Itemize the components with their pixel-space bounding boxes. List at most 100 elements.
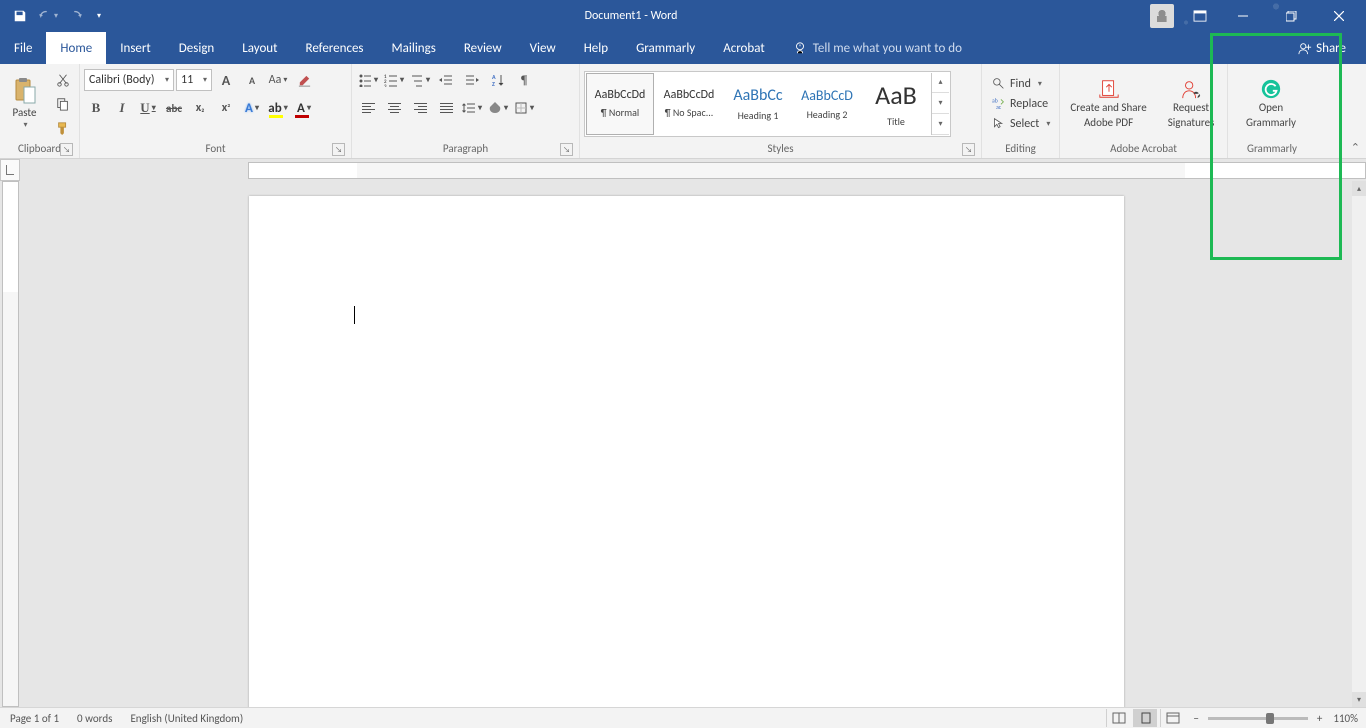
tab-mailings[interactable]: Mailings <box>378 32 450 64</box>
paragraph-launcher[interactable]: ↘ <box>560 143 573 156</box>
horizontal-ruler[interactable] <box>248 162 1366 179</box>
styles-gallery[interactable]: AaBbCcDd¶ NormalAaBbCcDd¶ No Spac...AaBb… <box>584 71 951 137</box>
subscript-button[interactable]: x <box>188 97 212 119</box>
italic-button[interactable]: I <box>110 97 134 119</box>
font-size-combo[interactable]: 11▾ <box>176 69 212 91</box>
font-name-combo[interactable]: Calibri (Body)▾ <box>84 69 174 91</box>
ruler-row <box>0 159 1366 181</box>
decrease-indent-button[interactable] <box>434 69 458 91</box>
save-button[interactable] <box>8 4 32 28</box>
justify-button[interactable] <box>434 97 458 119</box>
borders-button[interactable]: ▾ <box>512 97 536 119</box>
request-signatures-button[interactable]: RequestSignatures <box>1159 69 1223 139</box>
document-area <box>0 181 1352 707</box>
scroll-up[interactable]: ▴ <box>1352 181 1366 196</box>
increase-indent-button[interactable] <box>460 69 484 91</box>
clear-formatting-button[interactable] <box>292 69 316 91</box>
status-page[interactable]: Page 1 of 1 <box>10 712 59 725</box>
format-painter-button[interactable] <box>51 117 75 139</box>
clipboard-launcher[interactable]: ↘ <box>60 143 73 156</box>
vertical-scrollbar[interactable]: ▴ ▾ <box>1352 181 1366 707</box>
tab-references[interactable]: References <box>292 32 378 64</box>
numbering-button[interactable]: 123▾ <box>382 69 406 91</box>
style---normal[interactable]: AaBbCcDd¶ Normal <box>586 73 654 135</box>
style-heading-2[interactable]: AaBbCcDHeading 2 <box>793 73 861 135</box>
user-avatar[interactable] <box>1150 4 1174 28</box>
open-grammarly-button[interactable]: OpenGrammarly <box>1232 69 1310 139</box>
tab-design[interactable]: Design <box>165 32 228 64</box>
select-button[interactable]: Select▾ <box>986 115 1056 133</box>
ribbon-display-options[interactable] <box>1182 10 1218 22</box>
cut-button[interactable] <box>51 69 75 91</box>
tab-layout[interactable]: Layout <box>228 32 291 64</box>
tab-home[interactable]: Home <box>46 32 106 64</box>
tab-file[interactable]: File <box>0 32 46 64</box>
zoom-slider[interactable] <box>1208 717 1308 720</box>
superscript-button[interactable]: x <box>214 97 238 119</box>
bold-button[interactable]: B <box>84 97 108 119</box>
strikethrough-button[interactable]: abc <box>162 97 186 119</box>
styles-launcher[interactable]: ↘ <box>962 143 975 156</box>
create-share-pdf-button[interactable]: Create and ShareAdobe PDF <box>1064 69 1153 139</box>
sort-button[interactable]: AZ <box>486 69 510 91</box>
group-adobe-acrobat: Create and ShareAdobe PDF RequestSignatu… <box>1060 64 1228 158</box>
title-bar: ▾ ▾ Document1 - Word <box>0 0 1366 32</box>
multilevel-list-button[interactable]: ▾ <box>408 69 432 91</box>
align-left-button[interactable] <box>356 97 380 119</box>
paste-button[interactable]: Paste ▾ <box>4 69 45 139</box>
style-title[interactable]: AaBTitle <box>862 73 930 135</box>
highlight-color-button[interactable]: ab▾ <box>266 97 290 119</box>
group-editing: Find▾ abacReplace Select▾ Editing <box>982 64 1060 158</box>
collapse-ribbon-button[interactable]: ⌃ <box>1349 139 1362 156</box>
vertical-ruler[interactable] <box>2 181 19 707</box>
tab-review[interactable]: Review <box>450 32 516 64</box>
shading-button[interactable]: ▾ <box>486 97 510 119</box>
svg-text:Z: Z <box>492 80 495 87</box>
shrink-font-button[interactable]: A <box>240 69 264 91</box>
styles-more[interactable]: ▴▾▾ <box>931 73 949 135</box>
status-words[interactable]: 0 words <box>77 712 112 725</box>
tab-view[interactable]: View <box>516 32 570 64</box>
show-marks-button[interactable]: ¶ <box>512 69 536 91</box>
text-effects-button[interactable]: A▾ <box>240 97 264 119</box>
scroll-down[interactable]: ▾ <box>1352 692 1366 707</box>
font-launcher[interactable]: ↘ <box>332 143 345 156</box>
find-button[interactable]: Find▾ <box>986 75 1056 93</box>
page[interactable] <box>249 196 1124 707</box>
tab-selector[interactable] <box>0 159 20 181</box>
align-center-button[interactable] <box>382 97 406 119</box>
align-right-button[interactable] <box>408 97 432 119</box>
minimize-button[interactable] <box>1220 0 1266 32</box>
tab-grammarly[interactable]: Grammarly <box>622 32 709 64</box>
tab-help[interactable]: Help <box>570 32 622 64</box>
read-mode-button[interactable] <box>1106 709 1130 727</box>
style-heading-1[interactable]: AaBbCcHeading 1 <box>724 73 792 135</box>
ribbon-tabs: FileHomeInsertDesignLayoutReferencesMail… <box>0 32 1366 64</box>
font-color-button[interactable]: A▾ <box>292 97 316 119</box>
grow-font-button[interactable]: A <box>214 69 238 91</box>
close-button[interactable] <box>1316 0 1362 32</box>
tab-insert[interactable]: Insert <box>106 32 165 64</box>
line-spacing-button[interactable]: ▾ <box>460 97 484 119</box>
replace-button[interactable]: abacReplace <box>986 95 1056 113</box>
group-font: Calibri (Body)▾ 11▾ A A Aa▾ B I U▾ abc x… <box>80 64 352 158</box>
share-button[interactable]: Share <box>1288 32 1356 64</box>
style---no-spac---[interactable]: AaBbCcDd¶ No Spac... <box>655 73 723 135</box>
restore-button[interactable] <box>1268 0 1314 32</box>
redo-button[interactable] <box>64 4 88 28</box>
change-case-button[interactable]: Aa▾ <box>266 69 290 91</box>
zoom-out[interactable]: − <box>1193 712 1198 725</box>
zoom-in[interactable]: + <box>1317 712 1322 725</box>
web-layout-button[interactable] <box>1160 709 1184 727</box>
undo-button[interactable]: ▾ <box>36 4 60 28</box>
status-language[interactable]: English (United Kingdom) <box>130 712 243 725</box>
zoom-level[interactable]: 110% <box>1333 712 1358 725</box>
copy-button[interactable] <box>51 93 75 115</box>
customize-qat[interactable]: ▾ <box>92 4 104 28</box>
underline-button[interactable]: U▾ <box>136 97 160 119</box>
print-layout-button[interactable] <box>1133 709 1157 727</box>
tell-me-search[interactable]: Tell me what you want to do <box>779 32 976 64</box>
tab-acrobat[interactable]: Acrobat <box>709 32 779 64</box>
status-bar: Page 1 of 1 0 words English (United King… <box>0 707 1366 728</box>
bullets-button[interactable]: ▾ <box>356 69 380 91</box>
